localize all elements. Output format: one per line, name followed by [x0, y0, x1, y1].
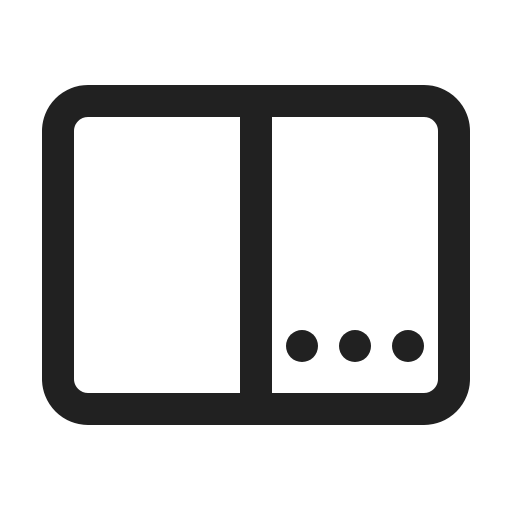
more-dot-1: [286, 330, 318, 362]
icon-canvas: [0, 0, 512, 512]
more-dot-2: [339, 330, 371, 362]
more-dot-3: [392, 330, 424, 362]
split-view-with-more-icon: [42, 85, 470, 425]
